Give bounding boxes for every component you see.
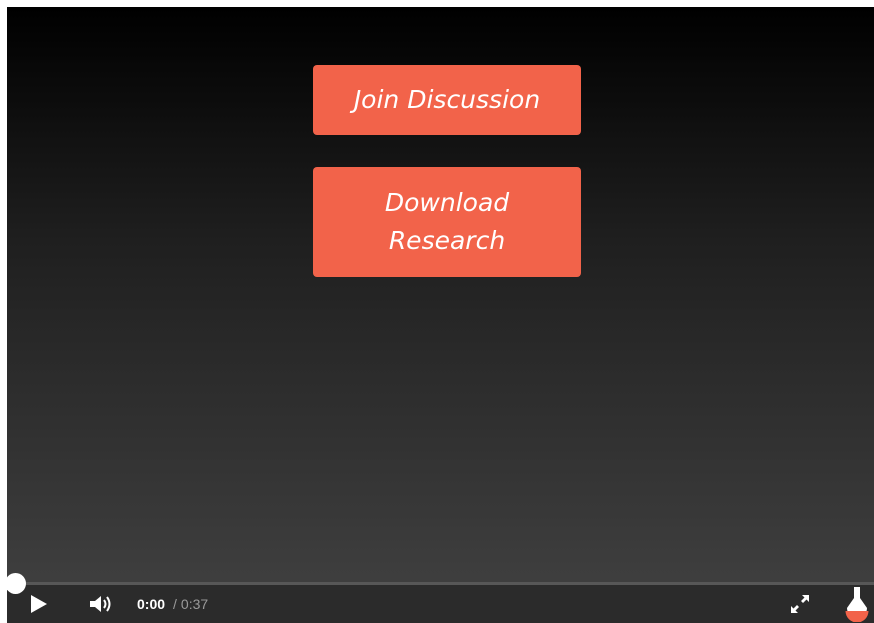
duration: 0:37 <box>180 596 209 612</box>
time-separator: / <box>173 596 177 612</box>
flask-logo-icon <box>845 587 869 622</box>
volume-button[interactable] <box>87 585 115 623</box>
seek-handle[interactable] <box>7 573 26 594</box>
volume-icon <box>90 596 111 612</box>
download-research-label: Download Research <box>384 188 510 255</box>
current-time: 0:00 <box>137 596 166 612</box>
video-player[interactable]: Join Discussion Download Research 0:00 /… <box>7 7 874 623</box>
fullscreen-icon <box>791 595 809 613</box>
time-display: 0:00 / 0:37 <box>137 585 208 623</box>
join-discussion-button[interactable]: Join Discussion <box>313 65 581 135</box>
download-research-button[interactable]: Download Research <box>313 167 581 277</box>
control-bar: 0:00 / 0:37 <box>7 573 874 623</box>
play-button[interactable] <box>25 585 53 623</box>
join-discussion-label: Join Discussion <box>353 85 541 114</box>
brand-logo[interactable] <box>842 585 872 623</box>
fullscreen-button[interactable] <box>785 585 815 623</box>
play-icon <box>31 595 47 613</box>
